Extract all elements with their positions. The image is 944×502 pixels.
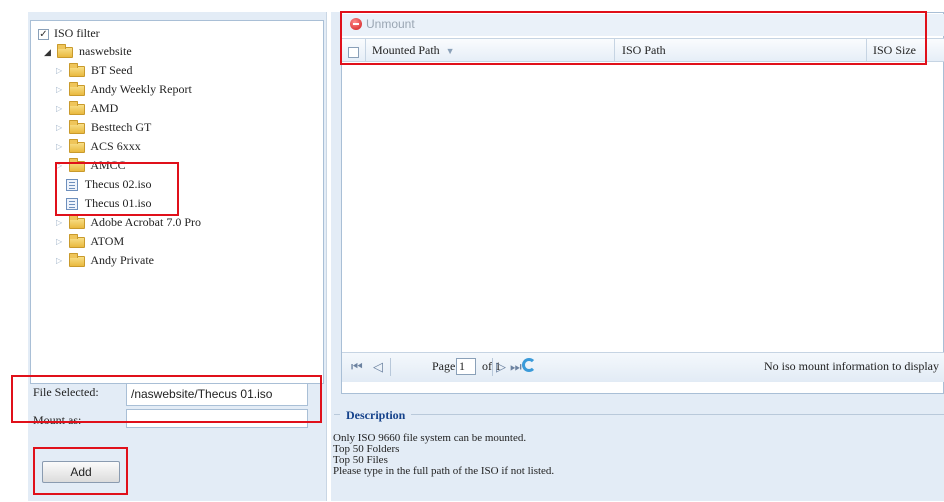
tree-item[interactable]: ▷ Andy Weekly Report <box>56 80 192 98</box>
refresh-icon[interactable] <box>522 358 536 372</box>
tree-item[interactable]: ▷ AMCC <box>56 156 126 174</box>
description-fieldset <box>334 414 944 502</box>
tree-item-label: Besttech GT <box>91 120 152 134</box>
tree-item-label: AMD <box>90 101 119 115</box>
folder-icon <box>57 43 73 58</box>
expand-arrow-icon[interactable]: ▷ <box>56 157 66 175</box>
tree-item[interactable]: ▷ Adobe Acrobat 7.0 Pro <box>56 213 201 231</box>
tree-item-label: Thecus 02.iso <box>84 177 152 191</box>
mount-grid <box>341 12 944 394</box>
file-selected-field[interactable]: /naswebsite/Thecus 01.iso <box>126 383 308 406</box>
expand-arrow-icon[interactable]: ▷ <box>56 100 66 118</box>
page-label: Page <box>432 359 456 373</box>
expand-arrow-icon[interactable]: ▷ <box>56 138 66 156</box>
checkbox-icon[interactable] <box>348 46 359 58</box>
tree-item-label: Andy Private <box>90 253 154 267</box>
column-divider <box>614 38 615 62</box>
expand-arrow-icon[interactable]: ▷ <box>56 62 66 80</box>
prev-page-icon[interactable]: ◁ <box>373 360 383 375</box>
column-divider <box>365 38 366 62</box>
tree-item[interactable]: ▷ AMD <box>56 99 118 117</box>
grid-toolbar <box>342 14 944 36</box>
tree-item-label: Andy Weekly Report <box>90 82 192 96</box>
iso-file-icon <box>66 198 78 211</box>
column-header-label: Mounted Path <box>372 43 440 57</box>
tree-item-label: AMCC <box>90 158 126 172</box>
unmount-icon[interactable] <box>350 18 362 30</box>
folder-icon <box>69 119 85 134</box>
mount-as-label: Mount as: <box>33 413 82 427</box>
folder-icon <box>69 81 85 96</box>
tree-item[interactable]: ▷ ACS 6xxx <box>56 137 141 155</box>
tree-item-label: ACS 6xxx <box>90 139 141 153</box>
column-divider <box>866 38 867 62</box>
folder-icon <box>69 214 85 229</box>
page-number-input[interactable]: 1 <box>456 358 476 375</box>
description-title: Description <box>340 408 412 423</box>
folder-icon <box>69 157 85 172</box>
mount-as-field[interactable] <box>126 409 308 428</box>
tree-item[interactable]: ▷ Andy Private <box>56 251 154 269</box>
pager-divider <box>390 358 391 376</box>
expand-arrow-icon[interactable]: ▷ <box>56 233 66 251</box>
tree-item-iso[interactable]: Thecus 01.iso <box>66 194 151 212</box>
checkbox-icon[interactable]: ✓ <box>38 28 49 40</box>
sort-arrow-icon: ▼ <box>445 46 455 56</box>
unmount-button[interactable]: Unmount <box>366 17 415 31</box>
folder-icon <box>69 252 85 267</box>
description-line: Please type in the full path of the ISO … <box>333 465 555 477</box>
tree-root[interactable]: ◢ naswebsite <box>44 42 132 60</box>
expand-arrow-icon[interactable]: ▷ <box>56 252 66 270</box>
folder-icon <box>69 100 85 115</box>
column-header-iso-size[interactable]: ISO Size <box>873 38 916 62</box>
column-header-mounted-path[interactable]: Mounted Path ▼ <box>372 38 455 62</box>
iso-filter-label: ISO filter <box>54 26 100 40</box>
folder-icon <box>69 138 85 153</box>
tree-item-label: Thecus 01.iso <box>84 196 152 210</box>
tree-item[interactable]: ▷ BT Seed <box>56 61 132 79</box>
file-selected-label: File Selected: <box>33 385 99 399</box>
tree-item-iso[interactable]: Thecus 02.iso <box>66 175 151 193</box>
pager-divider <box>492 358 493 376</box>
iso-filter[interactable]: ✓ ISO filter <box>38 24 100 42</box>
first-page-icon[interactable]: ⏮ <box>351 360 363 375</box>
select-all-checkbox[interactable] <box>348 44 359 59</box>
expand-arrow-icon[interactable]: ▷ <box>56 81 66 99</box>
expand-arrow-icon[interactable]: ▷ <box>56 214 66 232</box>
tree-item-label: BT Seed <box>91 63 133 77</box>
tree-item-label: Adobe Acrobat 7.0 Pro <box>90 215 201 229</box>
column-header-iso-path[interactable]: ISO Path <box>622 38 666 62</box>
expand-arrow-icon[interactable]: ▷ <box>56 119 66 137</box>
next-page-icon[interactable]: ▷ <box>496 360 506 375</box>
add-button[interactable]: Add <box>42 461 120 483</box>
tree-root-label: naswebsite <box>79 44 132 58</box>
folder-icon <box>69 62 85 77</box>
iso-file-icon <box>66 179 78 192</box>
tree-item-label: ATOM <box>90 234 125 248</box>
last-page-icon[interactable]: ⏭ <box>510 360 522 375</box>
folder-icon <box>69 233 85 248</box>
pager-status: No iso mount information to display <box>764 359 939 373</box>
tree-item[interactable]: ▷ ATOM <box>56 232 124 250</box>
collapse-arrow-icon[interactable]: ◢ <box>44 43 54 61</box>
tree-item[interactable]: ▷ Besttech GT <box>56 118 151 136</box>
